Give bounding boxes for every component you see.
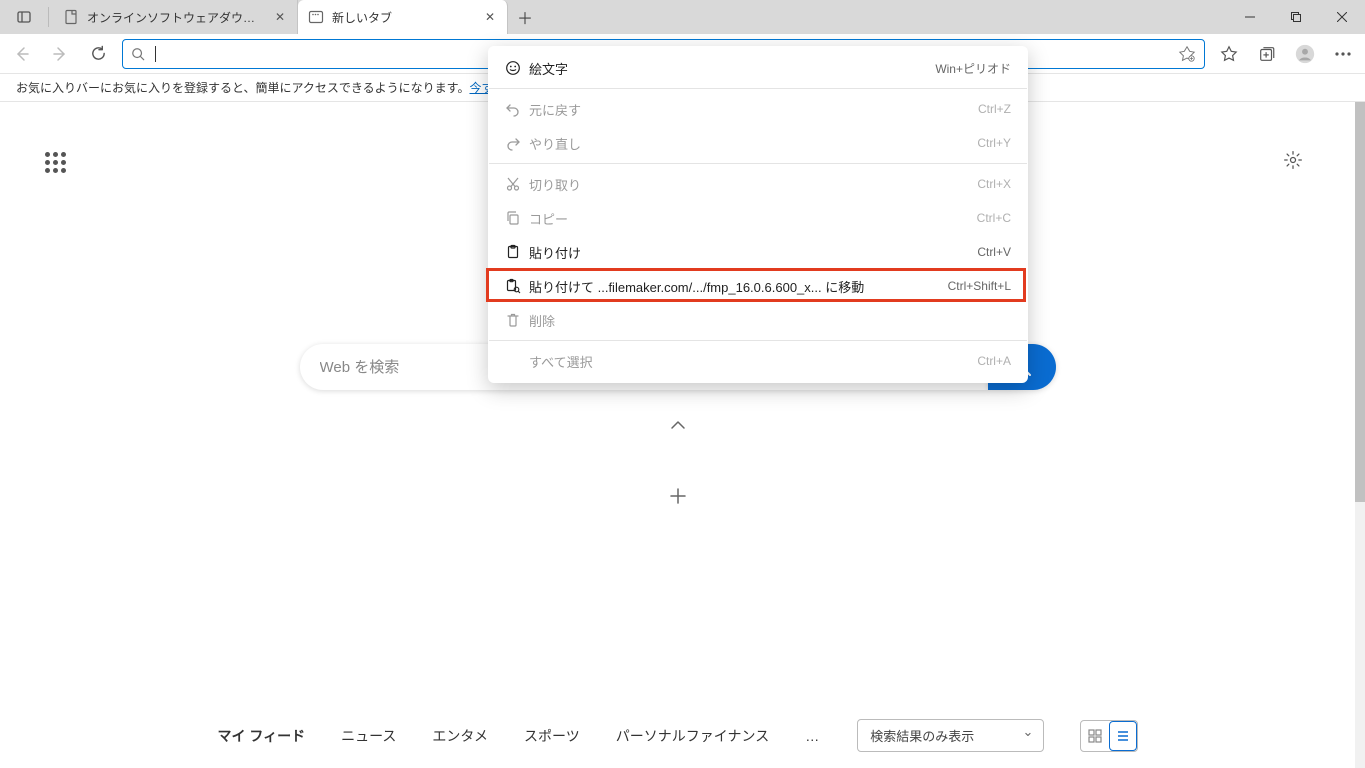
- context-menu-item: 切り取りCtrl+X: [489, 167, 1027, 201]
- feed-tab-more[interactable]: …: [805, 728, 821, 744]
- context-menu-separator: [489, 163, 1027, 164]
- context-menu-shortcut: Ctrl+Y: [977, 136, 1011, 150]
- forward-button[interactable]: [42, 38, 78, 70]
- newtab-favicon: [308, 9, 324, 25]
- undo-icon: [505, 101, 529, 117]
- tabs-row: オンラインソフトウェアダウンロードページ ✕ 新しいタブ ✕ ＋: [53, 0, 542, 34]
- context-menu-label: コピー: [529, 209, 977, 228]
- tab-background[interactable]: オンラインソフトウェアダウンロードページ ✕: [53, 0, 298, 34]
- address-bar-caret: [155, 46, 156, 62]
- emoji-icon: [505, 60, 529, 76]
- context-menu-item: すべて選択Ctrl+A: [489, 344, 1027, 378]
- context-menu-separator: [489, 88, 1027, 89]
- vertical-scrollbar[interactable]: [1355, 102, 1365, 768]
- title-bar-left: [0, 0, 53, 34]
- new-tab-button[interactable]: ＋: [508, 0, 542, 34]
- context-menu-item[interactable]: 貼り付けCtrl+V: [489, 235, 1027, 269]
- context-menu-shortcut: Win+ピリオド: [935, 60, 1011, 77]
- tab-actions-button[interactable]: [8, 0, 40, 34]
- search-icon: [131, 47, 145, 61]
- context-menu-item: やり直しCtrl+Y: [489, 126, 1027, 160]
- context-menu-label: 貼り付け: [529, 243, 977, 262]
- title-bar-divider: [48, 7, 49, 27]
- pastego-icon: [505, 278, 529, 294]
- tab-actions-icon: [16, 9, 32, 25]
- tab-active[interactable]: 新しいタブ ✕: [298, 0, 508, 34]
- tab-title: 新しいタブ: [332, 9, 475, 26]
- context-menu-item: コピーCtrl+C: [489, 201, 1027, 235]
- context-menu-label: 削除: [529, 311, 1011, 330]
- page-settings-button[interactable]: [1283, 150, 1303, 170]
- favorites-button[interactable]: [1211, 38, 1247, 70]
- delete-icon: [505, 312, 529, 328]
- context-menu-shortcut: Ctrl+Shift+L: [948, 279, 1011, 293]
- window-controls: [1227, 0, 1365, 34]
- tab-close-button[interactable]: ✕: [273, 10, 287, 24]
- title-bar-spacer: [542, 0, 1227, 34]
- feed-tab-finance[interactable]: パーソナルファイナンス: [616, 726, 769, 746]
- feed-nav: マイ フィード ニュース エンタメ スポーツ パーソナルファイナンス … 検索結…: [218, 719, 1138, 752]
- paste-icon: [505, 244, 529, 260]
- feed-view-grid[interactable]: [1081, 721, 1108, 751]
- feed-tab-sports[interactable]: スポーツ: [524, 726, 580, 746]
- cut-icon: [505, 176, 529, 192]
- title-bar: オンラインソフトウェアダウンロードページ ✕ 新しいタブ ✕ ＋: [0, 0, 1365, 34]
- context-menu-shortcut: Ctrl+A: [977, 354, 1011, 368]
- feed-dropdown-label: 検索結果のみ表示: [870, 729, 974, 744]
- context-menu-item: 元に戻すCtrl+Z: [489, 92, 1027, 126]
- refresh-button[interactable]: [80, 38, 116, 70]
- collections-button[interactable]: [1249, 38, 1285, 70]
- context-menu: 絵文字Win+ピリオド元に戻すCtrl+Zやり直しCtrl+Y切り取りCtrl+…: [488, 46, 1028, 383]
- context-menu-item: 削除: [489, 303, 1027, 337]
- profile-button[interactable]: [1287, 38, 1323, 70]
- context-menu-label: やり直し: [529, 134, 977, 153]
- context-menu-label: 絵文字: [529, 59, 935, 78]
- feed-layout-dropdown[interactable]: 検索結果のみ表示: [857, 719, 1044, 752]
- context-menu-shortcut: Ctrl+C: [977, 211, 1011, 225]
- context-menu-label: すべて選択: [529, 352, 977, 371]
- context-menu-shortcut: Ctrl+X: [977, 177, 1011, 191]
- feed-view-list[interactable]: [1109, 721, 1137, 751]
- window-close-button[interactable]: [1319, 0, 1365, 34]
- settings-and-more-button[interactable]: [1325, 38, 1361, 70]
- context-menu-label: 元に戻す: [529, 100, 978, 119]
- copy-icon: [505, 210, 529, 226]
- context-menu-shortcut: Ctrl+V: [977, 245, 1011, 259]
- favorites-info-text: お気に入りバーにお気に入りを登録すると、簡単にアクセスできるようになります。: [16, 79, 469, 96]
- context-menu-label: 切り取り: [529, 175, 977, 194]
- context-menu-shortcut: Ctrl+Z: [978, 102, 1011, 116]
- context-menu-item[interactable]: 絵文字Win+ピリオド: [489, 51, 1027, 85]
- feed-tab-news[interactable]: ニュース: [341, 726, 396, 746]
- tab-title: オンラインソフトウェアダウンロードページ: [87, 9, 265, 26]
- feed-tab-myfeed[interactable]: マイ フィード: [218, 726, 306, 746]
- feed-tab-entertainment[interactable]: エンタメ: [432, 726, 488, 746]
- app-launcher-button[interactable]: [45, 152, 69, 176]
- feed-view-toggles: [1080, 720, 1137, 752]
- back-button[interactable]: [4, 38, 40, 70]
- add-shortcut-button[interactable]: [670, 488, 686, 504]
- redo-icon: [505, 135, 529, 151]
- expand-toggle[interactable]: [670, 420, 686, 430]
- tab-close-button[interactable]: ✕: [483, 10, 497, 24]
- read-aloud-icon[interactable]: [1178, 45, 1196, 63]
- context-menu-separator: [489, 340, 1027, 341]
- page-favicon: [63, 9, 79, 25]
- context-menu-item[interactable]: 貼り付けて ...filemaker.com/.../fmp_16.0.6.60…: [489, 269, 1027, 303]
- context-menu-label: 貼り付けて ...filemaker.com/.../fmp_16.0.6.60…: [529, 277, 948, 296]
- window-minimize-button[interactable]: [1227, 0, 1273, 34]
- window-maximize-button[interactable]: [1273, 0, 1319, 34]
- scrollbar-thumb[interactable]: [1355, 102, 1365, 502]
